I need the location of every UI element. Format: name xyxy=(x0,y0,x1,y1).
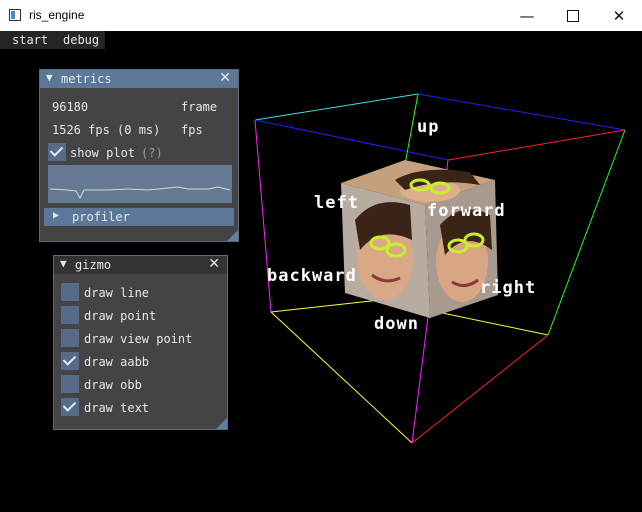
fps-label: fps xyxy=(181,123,203,137)
collapse-arrow-icon[interactable]: ▼ xyxy=(46,71,53,84)
window-titlebar[interactable]: ris_engine — ✕ xyxy=(0,0,642,31)
close-button[interactable]: ✕ xyxy=(596,0,642,31)
textured-cube xyxy=(341,160,498,318)
draw-view-point-label: draw view point xyxy=(84,332,193,346)
close-icon: ✕ xyxy=(612,6,626,25)
metrics-title: metrics xyxy=(61,72,112,86)
resize-grip[interactable] xyxy=(216,418,227,429)
maximize-icon xyxy=(567,9,579,22)
aabb-edge xyxy=(547,129,626,336)
aabb-edge xyxy=(447,129,626,161)
menu-start[interactable]: start xyxy=(12,33,48,47)
gizmo-header[interactable]: ▼ gizmo ✕ xyxy=(54,256,227,274)
gizmo-title: gizmo xyxy=(75,258,112,272)
label-backward: backward xyxy=(267,266,357,286)
menu-bar: start debug xyxy=(0,31,105,49)
app-icon xyxy=(9,9,21,21)
minimize-button[interactable]: — xyxy=(504,0,550,31)
draw-point-checkbox[interactable] xyxy=(61,306,79,324)
aabb-edge xyxy=(411,334,549,444)
frame-label: frame xyxy=(181,100,218,114)
draw-line-label: draw line xyxy=(84,286,150,300)
label-right: right xyxy=(480,278,537,298)
profiler-header[interactable]: ▶ profiler xyxy=(44,208,234,226)
draw-view-point-checkbox[interactable] xyxy=(61,329,79,347)
metrics-panel: ▼ metrics ✕ 96180 frame 1526 fps (0 ms) … xyxy=(39,69,239,242)
show-plot-checkbox[interactable] xyxy=(48,143,66,161)
resize-grip[interactable] xyxy=(227,230,238,241)
help-marker[interactable]: (?) xyxy=(141,146,163,160)
label-forward: forward xyxy=(427,201,506,221)
gizmo-panel: ▼ gizmo ✕ draw line draw point draw view… xyxy=(53,255,228,430)
draw-obb-checkbox[interactable] xyxy=(61,375,79,393)
draw-line-checkbox[interactable] xyxy=(61,283,79,301)
label-left: left xyxy=(314,193,359,213)
frame-time-plot[interactable] xyxy=(48,165,232,203)
draw-aabb-label: draw aabb xyxy=(84,355,150,369)
show-plot-label: show plot xyxy=(70,146,136,160)
metrics-header[interactable]: ▼ metrics ✕ xyxy=(40,70,238,88)
label-down: down xyxy=(374,314,419,334)
draw-point-label: draw point xyxy=(84,309,157,323)
expand-arrow-icon: ▶ xyxy=(53,210,60,221)
menu-debug[interactable]: debug xyxy=(63,33,99,47)
close-icon[interactable]: ✕ xyxy=(219,70,231,86)
close-icon[interactable]: ✕ xyxy=(208,256,220,272)
minimize-icon: — xyxy=(519,6,535,25)
aabb-edge xyxy=(270,299,381,313)
frame-count: 96180 xyxy=(52,100,89,114)
draw-obb-label: draw obb xyxy=(84,378,142,392)
label-up: up xyxy=(417,117,440,137)
fps-value: 1526 fps (0 ms) xyxy=(52,123,161,137)
collapse-arrow-icon[interactable]: ▼ xyxy=(60,257,67,270)
window-title: ris_engine xyxy=(29,8,85,22)
frame-time-graph xyxy=(49,186,231,200)
aabb-edge xyxy=(254,93,419,121)
draw-text-checkbox[interactable] xyxy=(61,398,79,416)
aabb-edge xyxy=(417,93,626,131)
draw-text-label: draw text xyxy=(84,401,150,415)
draw-aabb-checkbox[interactable] xyxy=(61,352,79,370)
maximize-button[interactable] xyxy=(550,0,596,31)
profiler-label: profiler xyxy=(72,210,130,224)
